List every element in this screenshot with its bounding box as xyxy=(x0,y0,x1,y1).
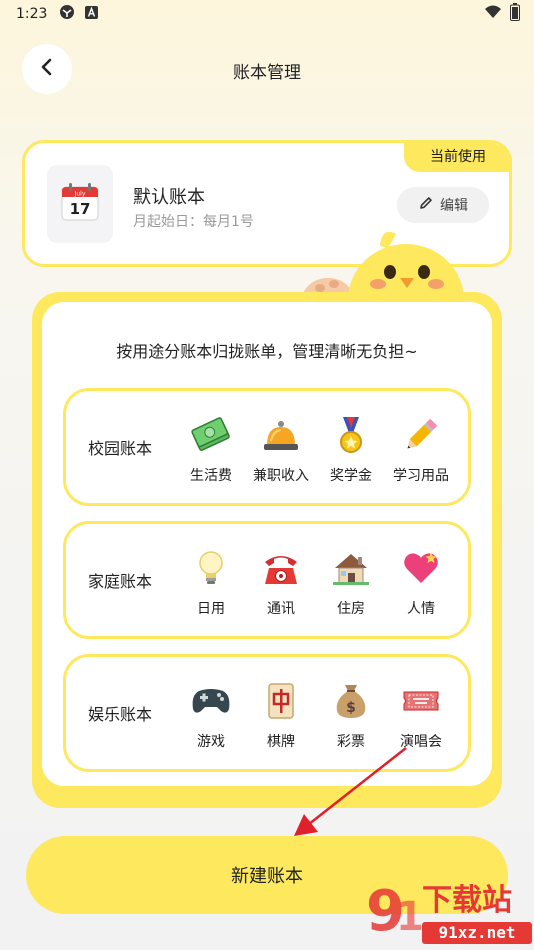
category-item: 通讯 xyxy=(246,524,316,636)
ticket-icon xyxy=(401,681,441,721)
heart-icon xyxy=(401,548,441,588)
bell-icon xyxy=(261,415,301,455)
gamepad-icon xyxy=(191,681,231,721)
category-label: 人情 xyxy=(407,601,435,617)
template-panel-inner: 按用途分账本归拢账单，管理清晰无负担~ 校园账本 生活费 兼职收入 奖学金 学习… xyxy=(42,302,492,786)
template-book-title: 校园账本 xyxy=(88,439,153,458)
status-bar: 1:23 xyxy=(0,0,534,28)
annotation-arrow xyxy=(280,740,430,850)
pencil-outline-icon xyxy=(418,195,434,215)
svg-text:$: $ xyxy=(346,700,356,716)
status-time: 1:23 xyxy=(16,6,48,22)
app-notification-icon xyxy=(85,5,99,23)
category-label: 通讯 xyxy=(267,601,295,617)
category-item: 奖学金 xyxy=(316,391,386,503)
house-icon xyxy=(331,548,371,588)
category-label: 奖学金 xyxy=(330,468,372,484)
default-book-start-day: 月起始日：每月1号 xyxy=(133,214,254,230)
calendar-month-text: July xyxy=(74,191,86,198)
telephone-icon xyxy=(261,548,301,588)
category-item: 学习用品 xyxy=(386,391,456,503)
category-item: 日用 xyxy=(176,524,246,636)
page-title: 账本管理 xyxy=(233,63,301,83)
wifi-icon xyxy=(484,5,502,23)
template-book-campus[interactable]: 校园账本 生活费 兼职收入 奖学金 学习用品 xyxy=(63,388,471,506)
category-label: 游戏 xyxy=(197,734,225,750)
watermark-url: 91xz.net xyxy=(438,923,515,942)
battery-icon xyxy=(510,3,520,25)
calendar-day-text: 17 xyxy=(70,200,91,218)
money-bag-icon: $ xyxy=(331,681,371,721)
category-item: 住房 xyxy=(316,524,386,636)
current-use-badge: 当前使用 xyxy=(404,143,509,172)
category-label: 学习用品 xyxy=(393,468,449,484)
category-item: 兼职收入 xyxy=(246,391,316,503)
calendar-tile: July 17 xyxy=(47,165,113,243)
category-label: 日用 xyxy=(197,601,225,617)
category-label: 生活费 xyxy=(190,468,232,484)
pencil-icon xyxy=(401,415,441,455)
category-label: 兼职收入 xyxy=(253,468,309,484)
edit-button[interactable]: 编辑 xyxy=(397,187,489,223)
edit-button-label: 编辑 xyxy=(440,198,468,214)
category-item: 人情 xyxy=(386,524,456,636)
watermark-text: 下载站 xyxy=(422,883,512,918)
site-watermark: 9 1 下载站 91xz.net xyxy=(362,870,534,950)
category-item: 生活费 xyxy=(176,391,246,503)
template-panel: 按用途分账本归拢账单，管理清晰无负担~ 校园账本 生活费 兼职收入 奖学金 学习… xyxy=(32,292,502,808)
vpn-icon xyxy=(59,4,75,24)
medal-icon xyxy=(331,415,371,455)
lightbulb-icon xyxy=(191,548,231,588)
watermark-logo-icon: 9 1 xyxy=(366,879,424,944)
create-book-button-label: 新建账本 xyxy=(231,866,303,887)
mahjong-icon xyxy=(261,681,301,721)
svg-text:1: 1 xyxy=(396,894,424,940)
category-item: 游戏 xyxy=(176,657,246,769)
calendar-icon: July 17 xyxy=(60,182,100,226)
money-icon xyxy=(191,415,231,455)
category-label: 住房 xyxy=(337,601,365,617)
template-book-title: 娱乐账本 xyxy=(88,705,153,724)
template-book-title: 家庭账本 xyxy=(88,572,153,591)
template-heading: 按用途分账本归拢账单，管理清晰无负担~ xyxy=(116,342,418,361)
template-book-family[interactable]: 家庭账本 日用 通讯 住房 人情 xyxy=(63,521,471,639)
default-book-name: 默认账本 xyxy=(133,187,205,208)
